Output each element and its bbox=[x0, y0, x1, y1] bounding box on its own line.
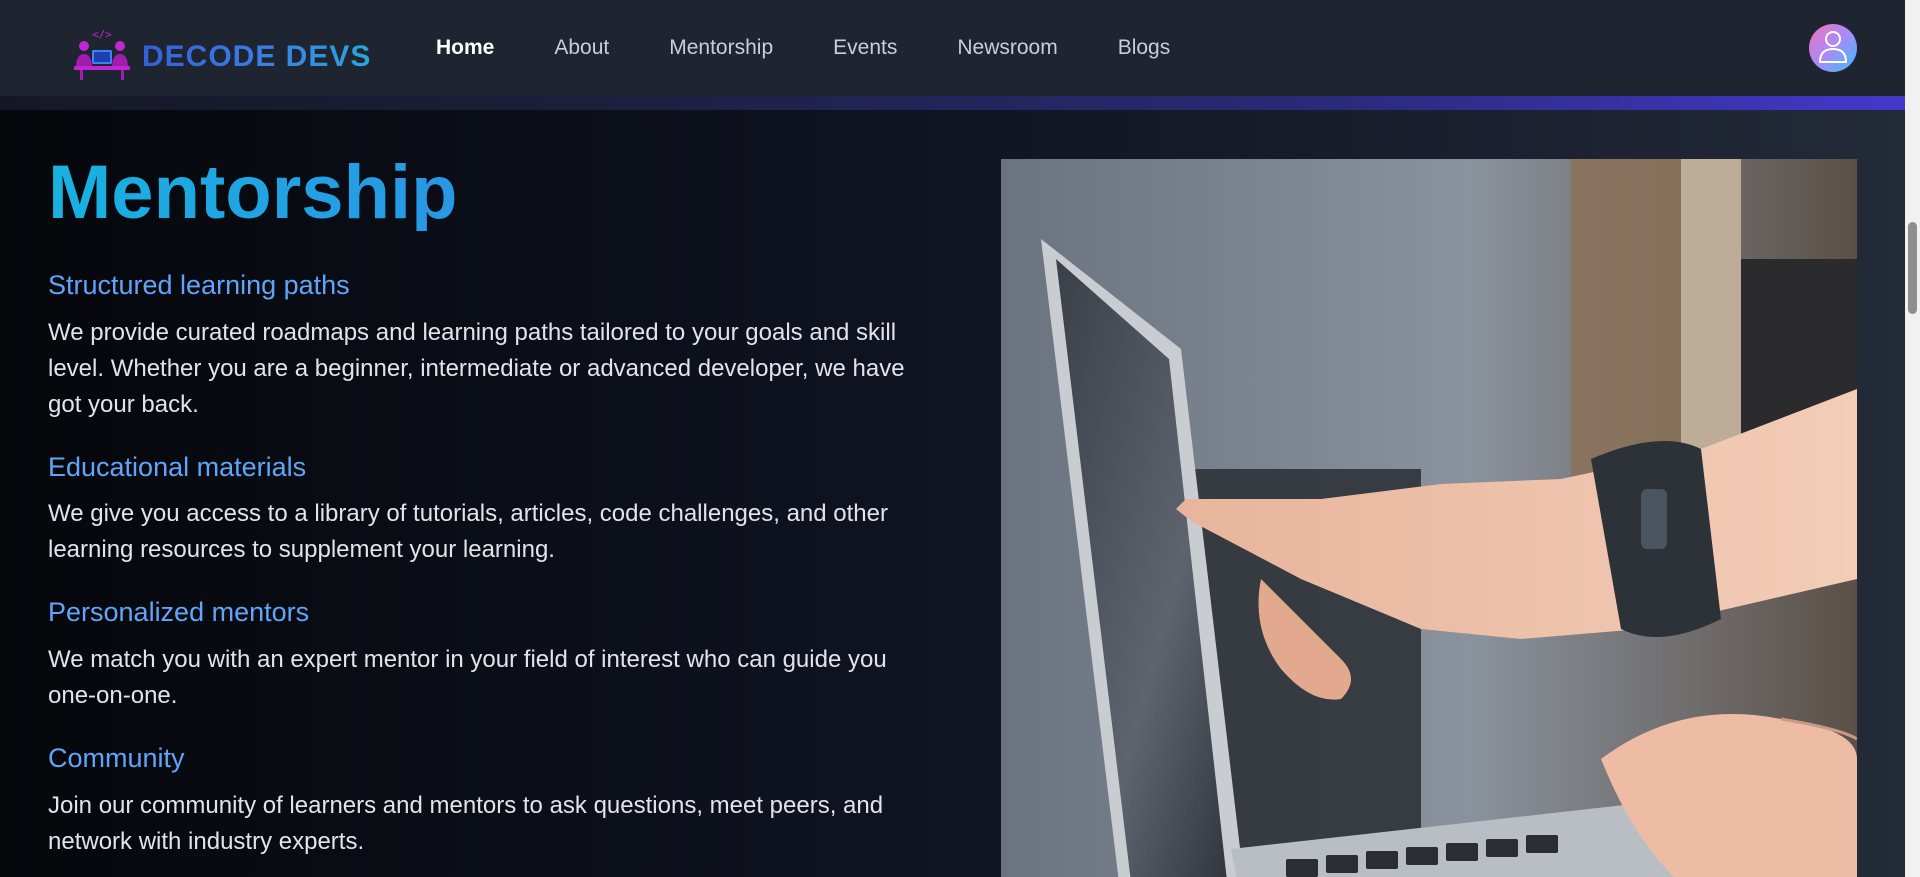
svg-text:</>: </> bbox=[92, 28, 112, 41]
feature-educational-materials: Educational materials We give you access… bbox=[48, 451, 928, 569]
feature-structured-learning: Structured learning paths We provide cur… bbox=[48, 270, 928, 423]
header-accent-bar bbox=[0, 96, 1905, 110]
two-developers-at-laptop-icon: </> bbox=[72, 28, 132, 85]
top-navbar: </> DECODE DEVS Home About Mentorship Ev… bbox=[0, 0, 1905, 96]
mentorship-photo bbox=[1001, 159, 1857, 877]
feature-heading: Structured learning paths bbox=[48, 270, 350, 300]
page-scrollbar[interactable] bbox=[1905, 0, 1920, 877]
feature-text: We match you with an expert mentor in yo… bbox=[48, 646, 887, 710]
scrollbar-thumb[interactable] bbox=[1908, 222, 1917, 314]
mentorship-section: Mentorship Structured learning paths We … bbox=[0, 110, 1905, 877]
mentorship-content: Mentorship Structured learning paths We … bbox=[48, 155, 928, 877]
nav-mentorship[interactable]: Mentorship bbox=[669, 36, 773, 60]
feature-heading: Educational materials bbox=[48, 451, 307, 482]
nav-events[interactable]: Events bbox=[833, 36, 897, 60]
feature-personalized-mentors: Personalized mentors We match you with a… bbox=[48, 598, 928, 714]
feature-text: We provide curated roadmaps and learning… bbox=[48, 318, 905, 418]
nav-home[interactable]: Home bbox=[436, 36, 494, 60]
nav-about[interactable]: About bbox=[554, 36, 609, 60]
feature-text: We give you access to a library of tutor… bbox=[48, 500, 888, 564]
page-title: Mentorship bbox=[48, 155, 928, 231]
user-avatar-button[interactable] bbox=[1809, 24, 1857, 72]
feature-heading: Personalized mentors bbox=[48, 597, 310, 628]
nav-newsroom[interactable]: Newsroom bbox=[957, 36, 1057, 60]
feature-text: Join our community of learners and mento… bbox=[48, 791, 884, 855]
brand-name: DECODE DEVS bbox=[142, 39, 372, 73]
user-avatar-icon bbox=[1818, 29, 1848, 68]
primary-nav: Home About Mentorship Events Newsroom Bl… bbox=[436, 0, 1230, 96]
nav-blogs[interactable]: Blogs bbox=[1118, 36, 1171, 60]
brand-logo-link[interactable]: </> DECODE DEVS bbox=[72, 28, 371, 85]
feature-community: Community Join our community of learners… bbox=[48, 743, 928, 860]
feature-heading: Community bbox=[48, 743, 185, 774]
